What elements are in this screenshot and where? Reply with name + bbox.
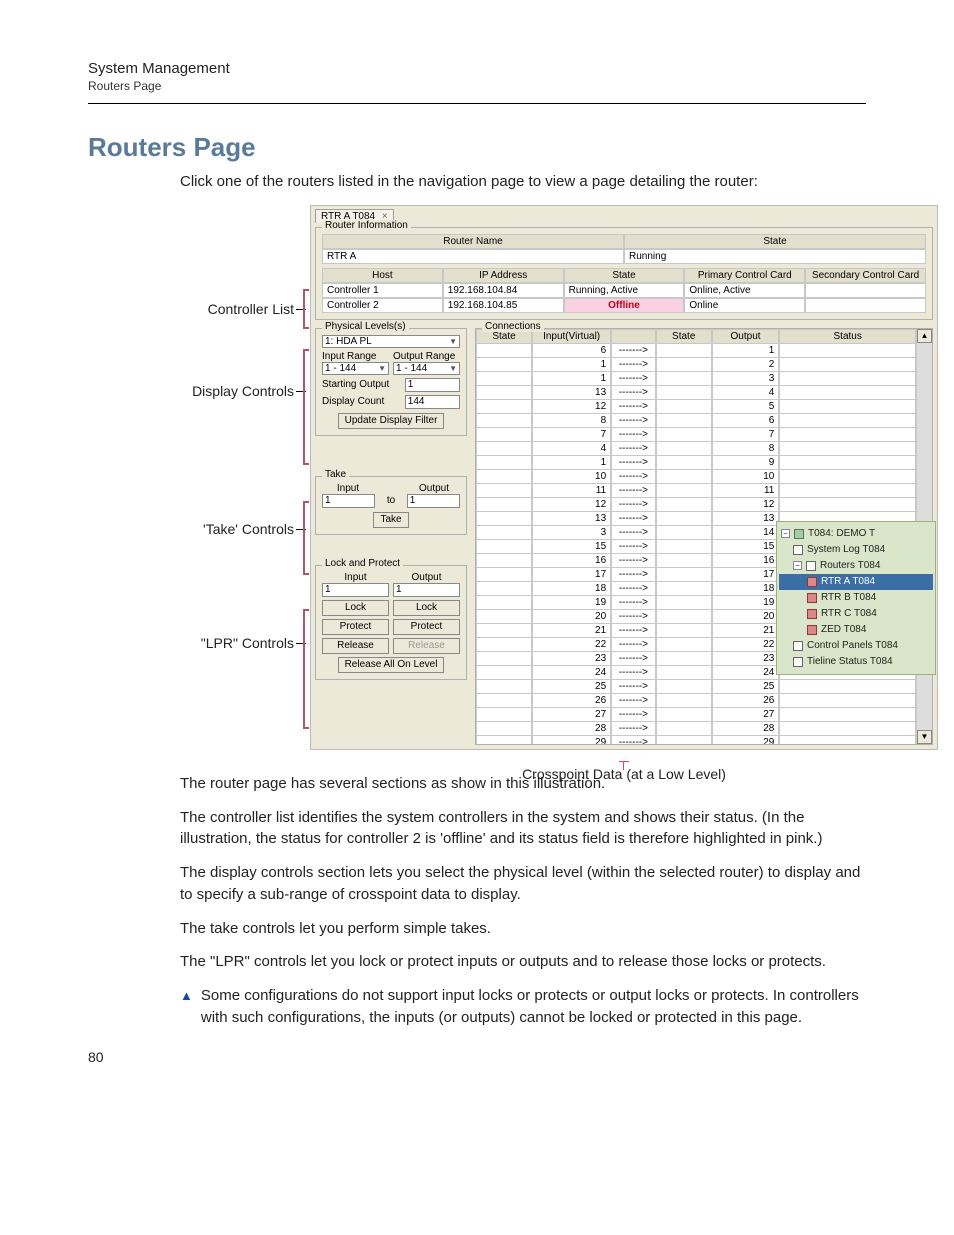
physical-level-select[interactable]: 1: HDA PL ▼ bbox=[322, 335, 460, 348]
tree-item[interactable]: RTR C T084 bbox=[779, 606, 933, 622]
connection-row: 13------->4 bbox=[476, 386, 916, 400]
connection-row: 29------->29 bbox=[476, 736, 916, 744]
update-display-filter-button[interactable]: Update Display Filter bbox=[338, 413, 445, 429]
callout-take: 'Take' Controls bbox=[203, 521, 294, 539]
output-range-select[interactable]: 1 - 144▼ bbox=[393, 362, 460, 375]
tree-item[interactable]: Tieline Status T084 bbox=[779, 654, 933, 670]
controller-row: Controller 1192.168.104.84Running, Activ… bbox=[322, 283, 926, 298]
header-rule bbox=[88, 103, 866, 104]
display-count-input[interactable]: 144 bbox=[405, 395, 460, 409]
connection-row: 12------->12 bbox=[476, 498, 916, 512]
release-all-button[interactable]: Release All On Level bbox=[338, 657, 445, 673]
intro-paragraph: Click one of the routers listed in the n… bbox=[180, 171, 866, 193]
figure: Controller List Display Controls 'Take' … bbox=[88, 205, 866, 765]
connection-row: 1------->9 bbox=[476, 456, 916, 470]
connection-row: 12------->5 bbox=[476, 400, 916, 414]
tree-item[interactable]: RTR B T084 bbox=[779, 590, 933, 606]
take-group: Take Input Output 1 to 1 Take bbox=[315, 476, 467, 535]
connection-row: 11------->11 bbox=[476, 484, 916, 498]
scroll-up-icon[interactable]: ▲ bbox=[917, 329, 932, 343]
starting-output-input[interactable]: 1 bbox=[405, 378, 460, 392]
note-triangle-icon: ▲ bbox=[180, 985, 193, 1029]
tree-root[interactable]: − T084: DEMO T bbox=[779, 526, 933, 542]
lpr-group: Lock and Protect Input Output 1 1 Lock L… bbox=[315, 565, 467, 680]
release-input-button[interactable]: Release bbox=[322, 638, 389, 654]
connection-row: 1------->3 bbox=[476, 372, 916, 386]
page-title: Routers Page bbox=[88, 132, 866, 163]
lock-output-button[interactable]: Lock bbox=[393, 600, 460, 616]
input-range-select[interactable]: 1 - 144▼ bbox=[322, 362, 389, 375]
router-name-header: Router Name bbox=[322, 234, 624, 249]
take-button[interactable]: Take bbox=[373, 512, 408, 528]
release-output-button[interactable]: Release bbox=[393, 638, 460, 654]
router-state-value: Running bbox=[624, 249, 926, 264]
connection-row: 1------->2 bbox=[476, 358, 916, 372]
body-paragraph: The take controls let you perform simple… bbox=[180, 918, 866, 940]
callout-lpr: "LPR" Controls bbox=[201, 635, 294, 653]
lpr-output[interactable]: 1 bbox=[393, 583, 460, 597]
router-info-group: Router Information Router Name State RTR… bbox=[315, 227, 933, 320]
tree-item[interactable]: ZED T084 bbox=[779, 622, 933, 638]
connection-row: 26------->26 bbox=[476, 694, 916, 708]
callout-display: Display Controls bbox=[192, 383, 294, 401]
chevron-down-icon: ▼ bbox=[449, 337, 457, 346]
protect-output-button[interactable]: Protect bbox=[393, 619, 460, 635]
connection-row: 4------->8 bbox=[476, 442, 916, 456]
running-header-sub: Routers Page bbox=[88, 79, 866, 93]
tree-item[interactable]: Control Panels T084 bbox=[779, 638, 933, 654]
body-paragraph: The "LPR" controls let you lock or prote… bbox=[180, 951, 866, 973]
router-name-value: RTR A bbox=[322, 249, 624, 264]
connection-row: 25------->25 bbox=[476, 680, 916, 694]
connection-row: 7------->7 bbox=[476, 428, 916, 442]
connection-row: 10------->10 bbox=[476, 470, 916, 484]
take-input[interactable]: 1 bbox=[322, 494, 375, 508]
figure-caption: Crosspoint Data (at a Low Level) bbox=[310, 766, 938, 782]
protect-input-button[interactable]: Protect bbox=[322, 619, 389, 635]
controller-row: Controller 2192.168.104.85OfflineOnline bbox=[322, 298, 926, 313]
tree-item[interactable]: System Log T084 bbox=[779, 542, 933, 558]
router-state-header: State bbox=[624, 234, 926, 249]
take-output[interactable]: 1 bbox=[407, 494, 460, 508]
tree-item-selected[interactable]: RTR A T084 bbox=[779, 574, 933, 590]
tree-item[interactable]: −Routers T084 bbox=[779, 558, 933, 574]
lock-input-button[interactable]: Lock bbox=[322, 600, 389, 616]
connection-row: 6------->1 bbox=[476, 344, 916, 358]
page-number: 80 bbox=[88, 1049, 104, 1065]
body-paragraph: The display controls section lets you se… bbox=[180, 862, 866, 906]
running-header-title: System Management bbox=[88, 60, 866, 77]
body-paragraph: The controller list identifies the syste… bbox=[180, 807, 866, 851]
caption-marker bbox=[619, 761, 629, 762]
connection-row: 8------->6 bbox=[476, 414, 916, 428]
connection-row: 27------->27 bbox=[476, 708, 916, 722]
connection-row: 28------->28 bbox=[476, 722, 916, 736]
physical-levels-group: Physical Levels(s) 1: HDA PL ▼ Input Ran… bbox=[315, 328, 467, 436]
navigation-tree: − T084: DEMO T System Log T084 −Routers … bbox=[776, 521, 936, 675]
scroll-down-icon[interactable]: ▼ bbox=[917, 730, 932, 744]
callout-controller: Controller List bbox=[208, 301, 294, 319]
note-paragraph: ▲ Some configurations do not support inp… bbox=[180, 985, 866, 1029]
lpr-input[interactable]: 1 bbox=[322, 583, 389, 597]
